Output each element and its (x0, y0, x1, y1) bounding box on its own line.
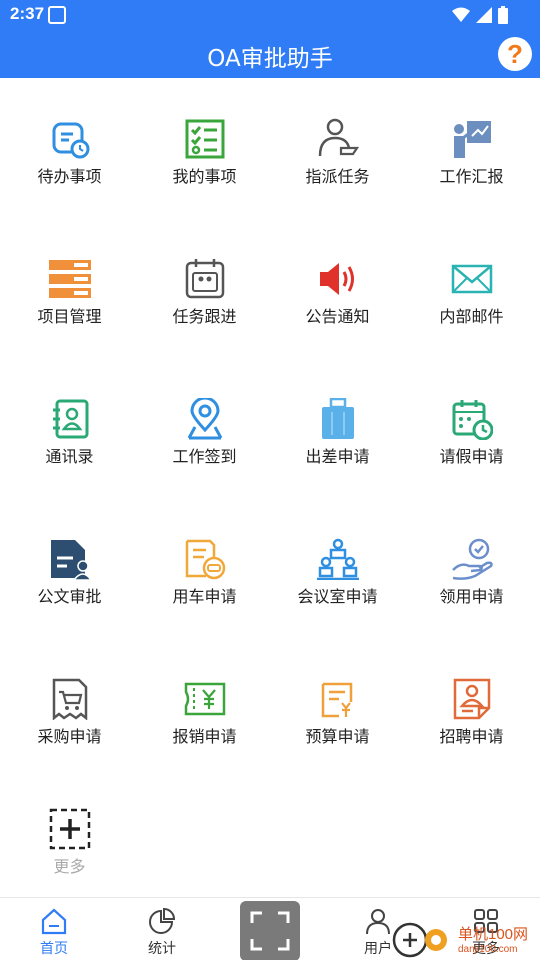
nav-label: 统计 (148, 941, 176, 957)
grid-item-recruit[interactable]: 招聘申请 (404, 658, 539, 758)
recruit-profile-icon (453, 678, 491, 720)
grid-item-label: 通讯录 (45, 447, 94, 466)
grid-row: 通讯录 工作签到 出差申请 请假申请 (0, 378, 540, 478)
nav-stats[interactable]: 统计 (108, 898, 216, 960)
scan-button[interactable] (240, 901, 300, 960)
page-title: OA审批助手 (207, 46, 333, 72)
budget-doc-icon (321, 682, 353, 718)
help-button[interactable]: ? (498, 37, 532, 71)
watermark-text: 单机100网 (458, 926, 529, 943)
grid-item-label: 内部邮件 (439, 307, 504, 326)
grid-item-checkin[interactable]: 工作签到 (137, 378, 272, 478)
grid-item-mail[interactable]: 内部邮件 (404, 238, 539, 338)
grid-item-reimburse[interactable]: 报销申请 (137, 658, 272, 758)
grid-item-label: 任务跟进 (172, 307, 237, 326)
grid-item-label: 用车申请 (172, 587, 237, 606)
status-time: 2:37 (10, 4, 45, 23)
grid-item-task-follow[interactable]: 任务跟进 (137, 238, 272, 338)
status-bar: 2:37 (0, 0, 540, 30)
status-icons (452, 6, 508, 24)
grid-item-assign[interactable]: 指派任务 (270, 98, 405, 198)
grid-item-label: 工作汇报 (439, 167, 504, 186)
task-calendar-icon (185, 259, 225, 299)
scan-icon (250, 911, 290, 951)
contacts-book-icon (53, 399, 89, 439)
nav-home[interactable]: 首页 (0, 898, 108, 960)
grid-item-label: 指派任务 (305, 167, 370, 186)
grid-item-label: 更多 (53, 857, 86, 876)
grid-item-my-tasks[interactable]: 我的事项 (137, 98, 272, 198)
megaphone-icon (320, 263, 354, 295)
grid-item-label: 项目管理 (37, 307, 102, 326)
grid-item-label: 公文审批 (37, 587, 102, 606)
wifi-icon (452, 7, 470, 22)
grid-item-leave[interactable]: 请假申请 (404, 378, 539, 478)
add-more-icon (49, 808, 91, 850)
checklist-icon (185, 119, 225, 159)
grid-item-more[interactable]: 更多 (2, 788, 137, 888)
document-user-icon (51, 540, 91, 580)
grid-row: 待办事项 我的事项 指派任务 工作汇报 (0, 98, 540, 198)
grid-row: 更多 (0, 788, 540, 888)
grid-item-trip[interactable]: 出差申请 (270, 378, 405, 478)
grid-row: 项目管理 任务跟进 公告通知 内部邮件 (0, 238, 540, 338)
grid-item-label: 领用申请 (439, 587, 504, 606)
nav-label: 首页 (40, 941, 68, 957)
grid-item-label: 我的事项 (172, 167, 237, 186)
hand-check-icon (452, 538, 493, 580)
grid-row: 公文审批 用车申请 会议室申请 领用申请 (0, 518, 540, 618)
help-icon: ? (507, 39, 523, 69)
grid-item-project[interactable]: 项目管理 (2, 238, 137, 338)
grid-item-label: 招聘申请 (439, 727, 504, 746)
grid-item-label: 出差申请 (305, 447, 370, 466)
meeting-room-icon (317, 538, 359, 580)
car-form-icon (185, 539, 226, 580)
pie-chart-icon (149, 907, 176, 934)
report-presenter-icon (454, 121, 491, 158)
grid-item-car[interactable]: 用车申请 (137, 518, 272, 618)
signal-icon (476, 7, 492, 23)
grid-item-doc-approval[interactable]: 公文审批 (2, 518, 137, 618)
grid-item-label: 报销申请 (172, 727, 237, 746)
grid-item-report[interactable]: 工作汇报 (404, 98, 539, 198)
grid-item-label: 预算申请 (305, 727, 370, 746)
grid-item-label: 采购申请 (37, 727, 102, 746)
todo-clock-icon (52, 122, 90, 159)
grid-row: 采购申请 报销申请 预算申请 招聘申请 (0, 658, 540, 758)
grid-item-contacts[interactable]: 通讯录 (2, 378, 137, 478)
home-icon (41, 908, 67, 935)
grid-item-label: 工作签到 (172, 447, 237, 466)
grid-item-label: 请假申请 (439, 447, 504, 466)
grid-item-budget[interactable]: 预算申请 (270, 658, 405, 758)
grid-item-notice[interactable]: 公告通知 (270, 238, 405, 338)
luggage-icon (322, 398, 354, 439)
grid-item-label: 公告通知 (305, 307, 370, 326)
project-bars-icon (49, 260, 91, 298)
mail-icon (451, 264, 493, 294)
grid-item-requisition[interactable]: 领用申请 (404, 518, 539, 618)
grid-item-meeting[interactable]: 会议室申请 (270, 518, 405, 618)
shopping-cart-doc-icon (52, 678, 88, 720)
app-notification-icon (48, 6, 66, 24)
grid-item-label: 会议室申请 (297, 587, 378, 606)
title-bar: OA审批助手 ? (0, 30, 540, 78)
yuan-ticket-icon (184, 682, 226, 716)
location-pin-icon (187, 398, 223, 440)
watermark-url: danji100.com (458, 944, 518, 955)
grid-item-todo[interactable]: 待办事项 (2, 98, 137, 198)
grid-item-purchase[interactable]: 采购申请 (2, 658, 137, 758)
assign-person-icon (318, 118, 359, 157)
grid-item-label: 待办事项 (37, 167, 102, 186)
leave-calendar-icon (452, 400, 493, 440)
battery-icon (498, 6, 508, 24)
